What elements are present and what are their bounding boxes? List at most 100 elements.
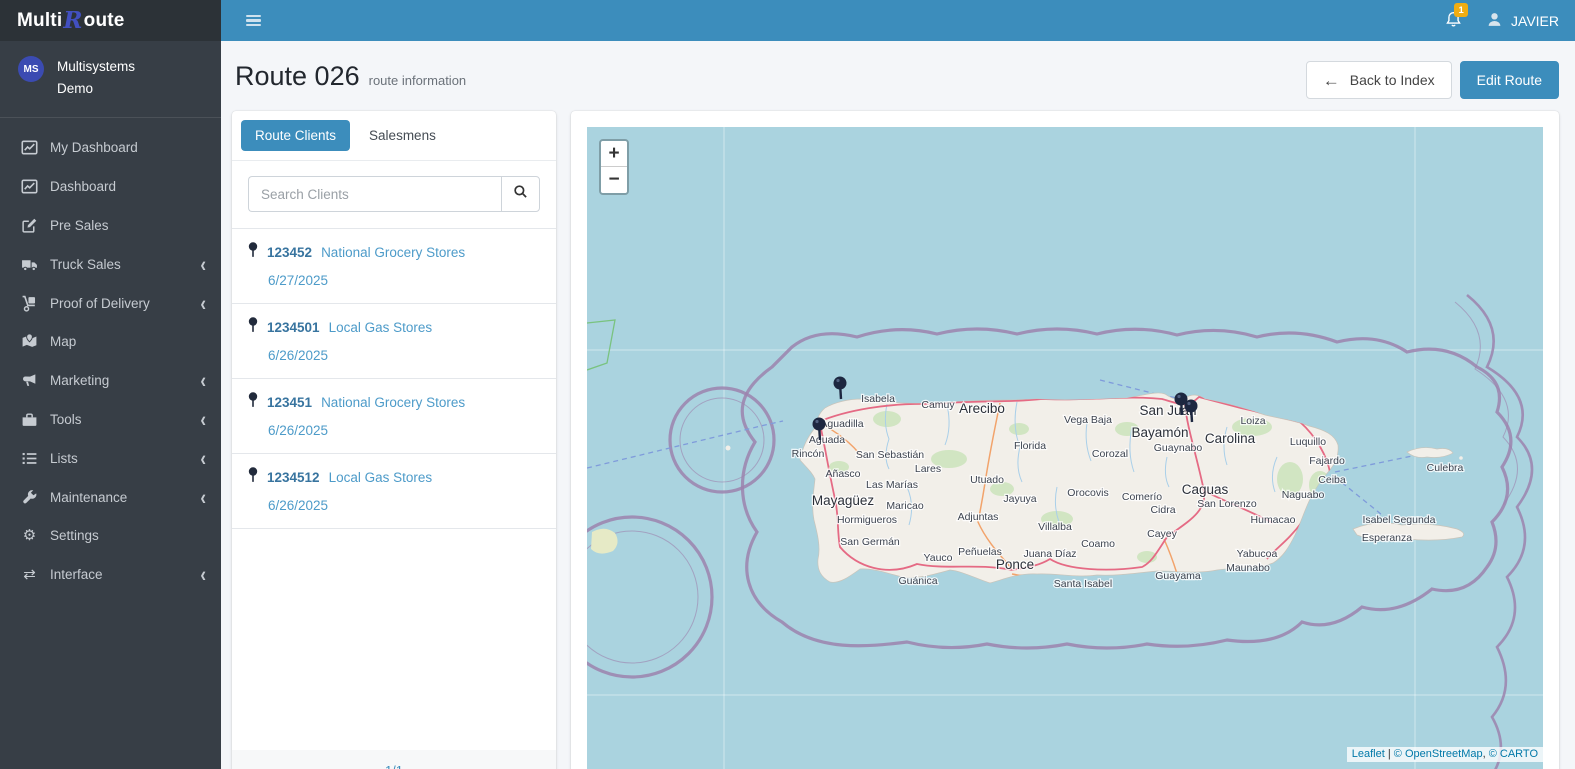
notification-badge: 1 xyxy=(1454,3,1469,17)
pagination[interactable]: 1/1 xyxy=(232,750,556,769)
search-button[interactable] xyxy=(501,176,540,212)
town-label: Hormigueros xyxy=(837,514,897,526)
chevron-left-icon: ‹ xyxy=(200,252,206,277)
chevron-left-icon: ‹ xyxy=(200,562,206,587)
town-label: Utuado xyxy=(970,474,1004,486)
client-name: National Grocery Stores xyxy=(321,245,466,260)
chevron-left-icon: ‹ xyxy=(200,368,206,393)
sidebar-item-map[interactable]: Map xyxy=(0,323,221,362)
town-label: Loiza xyxy=(1240,415,1265,427)
dolly-icon xyxy=(20,295,39,312)
chart-line-icon xyxy=(20,139,39,156)
org-name: Multisystems Demo xyxy=(57,59,136,97)
town-label: San Lorenzo xyxy=(1197,498,1257,510)
town-label: Santa Isabel xyxy=(1054,578,1112,590)
logo-text-multi: Multi xyxy=(17,9,63,31)
client-date: 6/26/2025 xyxy=(268,348,329,363)
sidebar-item-my-dashboard[interactable]: My Dashboard xyxy=(0,129,221,168)
map-pin-icon xyxy=(248,392,258,413)
user-panel: MS Multisystems Demo xyxy=(0,41,221,118)
page-title: Route 026 xyxy=(235,61,360,91)
avatar: MS xyxy=(18,56,44,82)
town-label: Aguadilla xyxy=(820,418,863,430)
chart-line-icon xyxy=(20,178,39,195)
town-label: Yabucoa xyxy=(1237,548,1278,560)
tab-salesmens[interactable]: Salesmens xyxy=(355,120,450,151)
user-icon xyxy=(1486,11,1503,31)
map-zoom-control: + − xyxy=(599,139,629,195)
sidebar-item-interface[interactable]: ⇄ Interface ‹ xyxy=(0,555,221,594)
client-list-item[interactable]: 123452 National Grocery Stores 6/27/2025 xyxy=(232,229,556,304)
list-icon xyxy=(20,450,39,467)
mona-island xyxy=(591,528,618,554)
bullhorn-icon xyxy=(20,372,39,389)
map-pin-icon xyxy=(248,242,258,263)
hamburger-menu-icon[interactable] xyxy=(240,9,267,33)
town-label: Vega Baja xyxy=(1064,414,1112,426)
top-navbar: 1 JAVIER xyxy=(221,0,1575,41)
sidebar-item-proof-of-delivery[interactable]: Proof of Delivery ‹ xyxy=(0,284,221,323)
chevron-left-icon: ‹ xyxy=(200,485,206,509)
town-label: Cidra xyxy=(1150,504,1175,516)
client-date: 6/27/2025 xyxy=(268,273,329,288)
leaflet-map[interactable]: Isabela Camuy Arecibo Aguadilla Aguada Rincón… xyxy=(587,127,1543,769)
client-list-item[interactable]: 1234501 Local Gas Stores 6/26/2025 xyxy=(232,304,556,379)
carto-link[interactable]: © CARTO xyxy=(1489,748,1538,760)
town-label: San Sebastián xyxy=(856,449,924,461)
town-label: Mayagüez xyxy=(812,493,875,508)
client-date: 6/26/2025 xyxy=(268,423,329,438)
client-name: Local Gas Stores xyxy=(328,320,433,335)
notifications-button[interactable]: 1 xyxy=(1445,3,1469,33)
sidebar-item-settings[interactable]: ⚙ Settings xyxy=(0,517,221,556)
town-label: Humacao xyxy=(1251,514,1296,526)
sidebar-item-lists[interactable]: Lists ‹ xyxy=(0,439,221,478)
town-label: Orocovis xyxy=(1067,487,1108,499)
sidebar-item-dashboard[interactable]: Dashboard xyxy=(0,167,221,206)
town-label: Florida xyxy=(1014,440,1046,452)
sidebar-item-pre-sales[interactable]: Pre Sales xyxy=(0,206,221,245)
culebra-island xyxy=(1406,447,1454,458)
islet xyxy=(1459,456,1463,460)
tab-route-clients[interactable]: Route Clients xyxy=(241,120,351,151)
town-label: Bayamón xyxy=(1131,425,1188,440)
sidebar-item-tools[interactable]: Tools ‹ xyxy=(0,400,221,439)
town-label: Aguada xyxy=(809,434,845,446)
town-label: Rincón xyxy=(792,448,825,460)
map-pin-icon xyxy=(248,467,258,488)
client-name: Local Gas Stores xyxy=(328,470,433,485)
client-name: National Grocery Stores xyxy=(321,395,466,410)
search-clients-input[interactable] xyxy=(248,176,501,212)
town-label: Naguabo xyxy=(1282,489,1325,501)
truck-icon xyxy=(20,256,39,273)
wrench-icon xyxy=(20,489,39,506)
exchange-icon: ⇄ xyxy=(23,566,36,584)
chevron-left-icon: ‹ xyxy=(200,446,206,471)
sidebar-nav: My Dashboard Dashboard Pre Sales Truck S… xyxy=(0,118,221,595)
client-list-item[interactable]: 1234512 Local Gas Stores 6/26/2025 xyxy=(232,454,556,529)
app-logo[interactable]: Multi Route xyxy=(0,0,221,41)
user-menu[interactable]: JAVIER xyxy=(1486,11,1559,31)
zoom-in-button[interactable]: + xyxy=(601,141,627,167)
town-label: Caguas xyxy=(1182,482,1229,497)
client-list-item[interactable]: 123451 National Grocery Stores 6/26/2025 xyxy=(232,379,556,454)
town-label: Camuy xyxy=(921,399,955,411)
edit-route-button[interactable]: Edit Route xyxy=(1459,61,1559,99)
sidebar-item-truck-sales[interactable]: Truck Sales ‹ xyxy=(0,245,221,284)
town-label: Isabel Segunda xyxy=(1363,514,1436,526)
town-label: Carolina xyxy=(1205,431,1256,446)
zoom-out-button[interactable]: − xyxy=(601,167,627,193)
town-label: Guaynabo xyxy=(1154,442,1203,454)
toolbox-icon xyxy=(20,411,39,428)
map-marked-icon xyxy=(20,333,39,350)
search-icon xyxy=(513,184,528,204)
osm-link[interactable]: © OpenStreetMap xyxy=(1394,748,1483,760)
sidebar-item-maintenance[interactable]: Maintenance ‹ xyxy=(0,478,221,517)
town-label: Comerío xyxy=(1122,491,1162,503)
client-id: 1234501 xyxy=(267,320,320,335)
page-subtitle: route information xyxy=(368,73,467,88)
arrow-left-icon: ← xyxy=(1322,70,1340,90)
leaflet-link[interactable]: Leaflet xyxy=(1352,748,1385,760)
logo-text-r: R xyxy=(63,7,83,34)
back-to-index-button[interactable]: ← Back to Index xyxy=(1305,61,1452,99)
sidebar-item-marketing[interactable]: Marketing ‹ xyxy=(0,361,221,400)
